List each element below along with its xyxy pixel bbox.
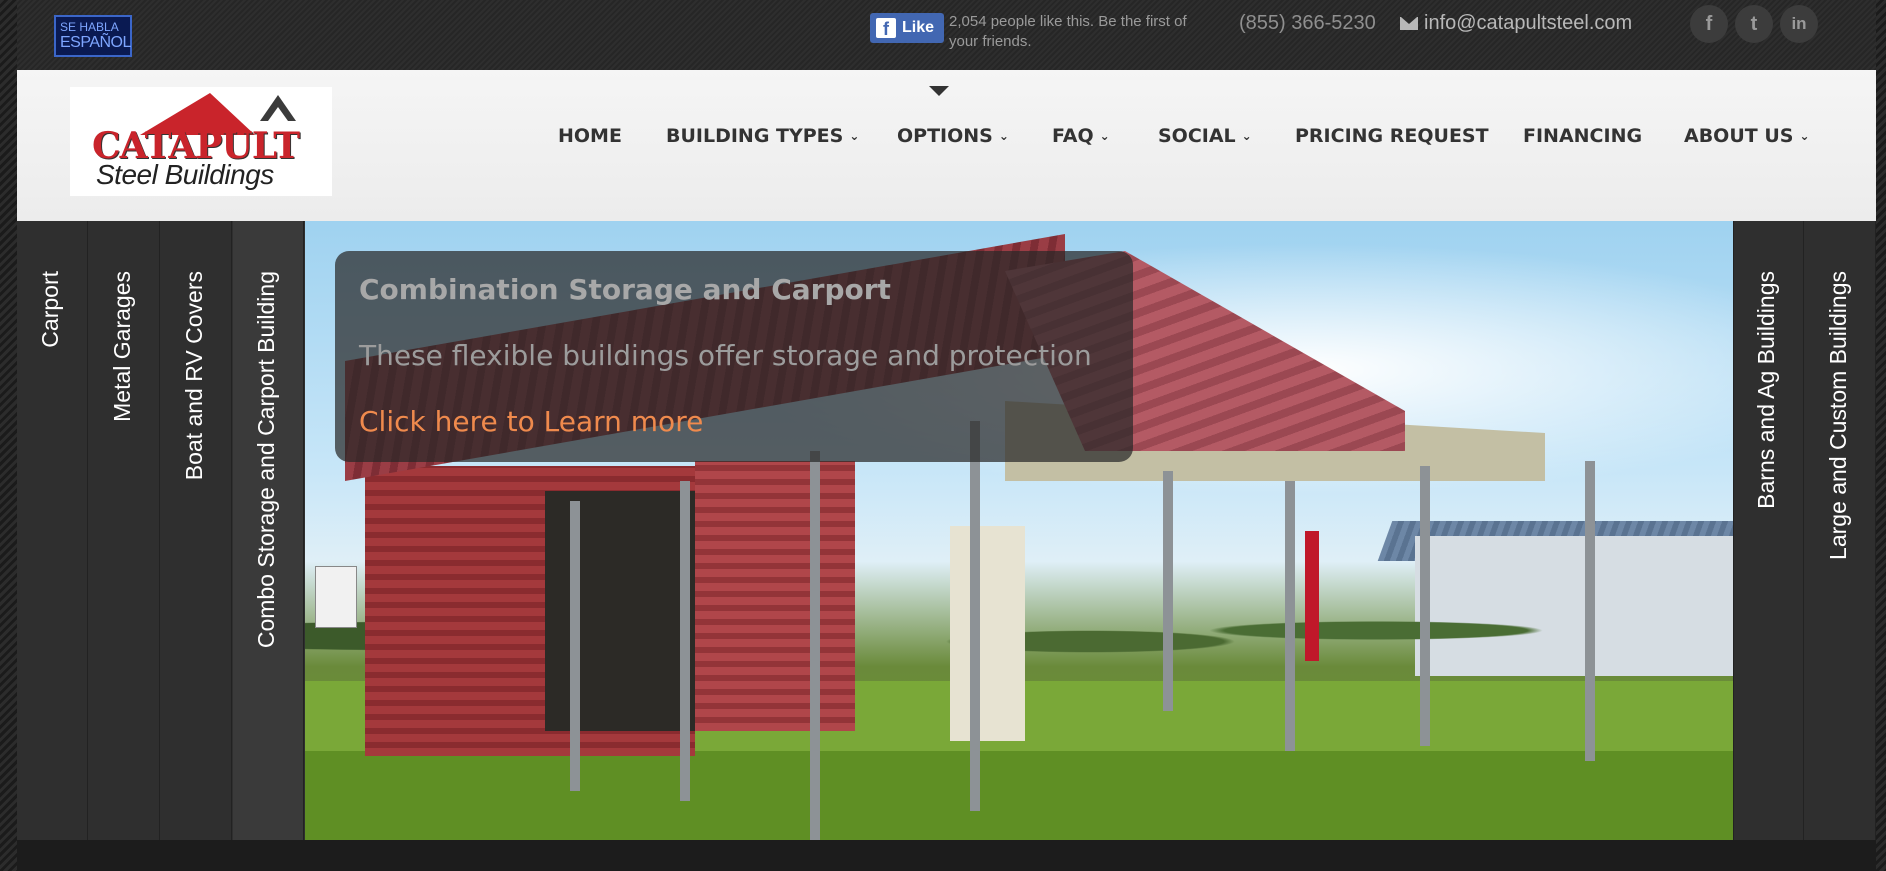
nav-item-about-us[interactable]: ABOUT US ⌄ bbox=[1684, 125, 1810, 147]
facebook-icon: f bbox=[876, 18, 896, 39]
roadside-sign bbox=[315, 566, 357, 628]
twitter-icon[interactable]: t bbox=[1735, 5, 1773, 43]
nav-label-financing: FINANCING bbox=[1523, 125, 1643, 147]
slider-tab-label-boat-rv: Boat and RV Covers bbox=[181, 271, 207, 480]
chevron-down-icon: ⌄ bbox=[998, 129, 1009, 143]
feather-flag bbox=[1305, 531, 1319, 661]
facebook-icon[interactable]: f bbox=[1690, 5, 1728, 43]
nav-label-options: OPTIONS bbox=[897, 125, 993, 147]
nav-item-pricing-request[interactable]: PRICING REQUEST bbox=[1295, 125, 1489, 147]
logo-text-steel-buildings: Steel Buildings bbox=[96, 159, 274, 190]
nav-item-options[interactable]: OPTIONS ⌄ bbox=[897, 125, 1009, 147]
nav-label-about-us: ABOUT US bbox=[1684, 125, 1794, 147]
nav-item-home[interactable]: HOME bbox=[558, 125, 622, 147]
espanol-badge-line2: ESPAÑOL bbox=[60, 34, 131, 51]
slider-tab-label-combo: Combo Storage and Carport Building bbox=[253, 271, 279, 648]
nav-label-pricing-request: PRICING REQUEST bbox=[1295, 125, 1489, 147]
slide-caption-box: Combination Storage and Carport These fl… bbox=[335, 251, 1133, 462]
phone-number[interactable]: (855) 366-5230 bbox=[1239, 12, 1376, 35]
slider-tab-label-large-custom: Large and Custom Buildings bbox=[1825, 271, 1851, 560]
facebook-like-button[interactable]: f Like bbox=[870, 13, 944, 43]
shed-door bbox=[950, 526, 1025, 741]
chevron-down-icon: ⌄ bbox=[1799, 129, 1810, 143]
nav-item-building-types[interactable]: BUILDING TYPES ⌄ bbox=[666, 125, 859, 147]
chevron-down-icon: ⌄ bbox=[1241, 129, 1252, 143]
slider-tab-label-barns: Barns and Ag Buildings bbox=[1753, 271, 1779, 509]
facebook-like-label: Like bbox=[902, 19, 935, 36]
envelope-icon bbox=[1400, 17, 1418, 30]
nav-label-faq: FAQ bbox=[1052, 125, 1094, 147]
linkedin-icon[interactable]: in bbox=[1780, 5, 1818, 43]
catapult-logo[interactable]: CATAPULT Steel Buildings bbox=[70, 87, 332, 196]
nav-label-home: HOME bbox=[558, 125, 622, 147]
nav-label-social: SOCIAL bbox=[1158, 125, 1236, 147]
nav-item-faq[interactable]: FAQ ⌄ bbox=[1052, 125, 1110, 147]
email-link[interactable]: info@catapultsteel.com bbox=[1400, 12, 1632, 35]
chevron-down-icon: ⌄ bbox=[1099, 129, 1110, 143]
nav-item-social[interactable]: SOCIAL ⌄ bbox=[1158, 125, 1252, 147]
slider-tab-label-carport: Carport bbox=[37, 270, 63, 347]
shed-side-wall bbox=[695, 461, 855, 731]
learn-more-link[interactable]: Click here to Learn more bbox=[359, 405, 703, 438]
slider-tab-label-metal-garages: Metal Garages bbox=[109, 271, 135, 422]
slide-caption-subtitle: These flexible buildings offer storage a… bbox=[359, 339, 1092, 372]
caret-down-icon bbox=[929, 86, 949, 96]
logo-peak-inner bbox=[268, 107, 288, 121]
top-bar bbox=[17, 0, 1876, 70]
email-address: info@catapultsteel.com bbox=[1424, 12, 1633, 34]
page-bottom-strip bbox=[17, 840, 1876, 871]
facebook-like-count-text: 2,054 people like this. Be the first of … bbox=[949, 13, 1187, 50]
slide-caption-title: Combination Storage and Carport bbox=[359, 273, 891, 306]
nav-label-building-types: BUILDING TYPES bbox=[666, 125, 844, 147]
espanol-badge-line1: SE HABLA bbox=[60, 20, 119, 34]
chevron-down-icon: ⌄ bbox=[849, 129, 860, 143]
shed-interior bbox=[545, 491, 695, 731]
se-habla-espanol-badge[interactable]: SE HABLA ESPAÑOL bbox=[54, 15, 132, 57]
nav-item-financing[interactable]: FINANCING bbox=[1523, 125, 1642, 147]
